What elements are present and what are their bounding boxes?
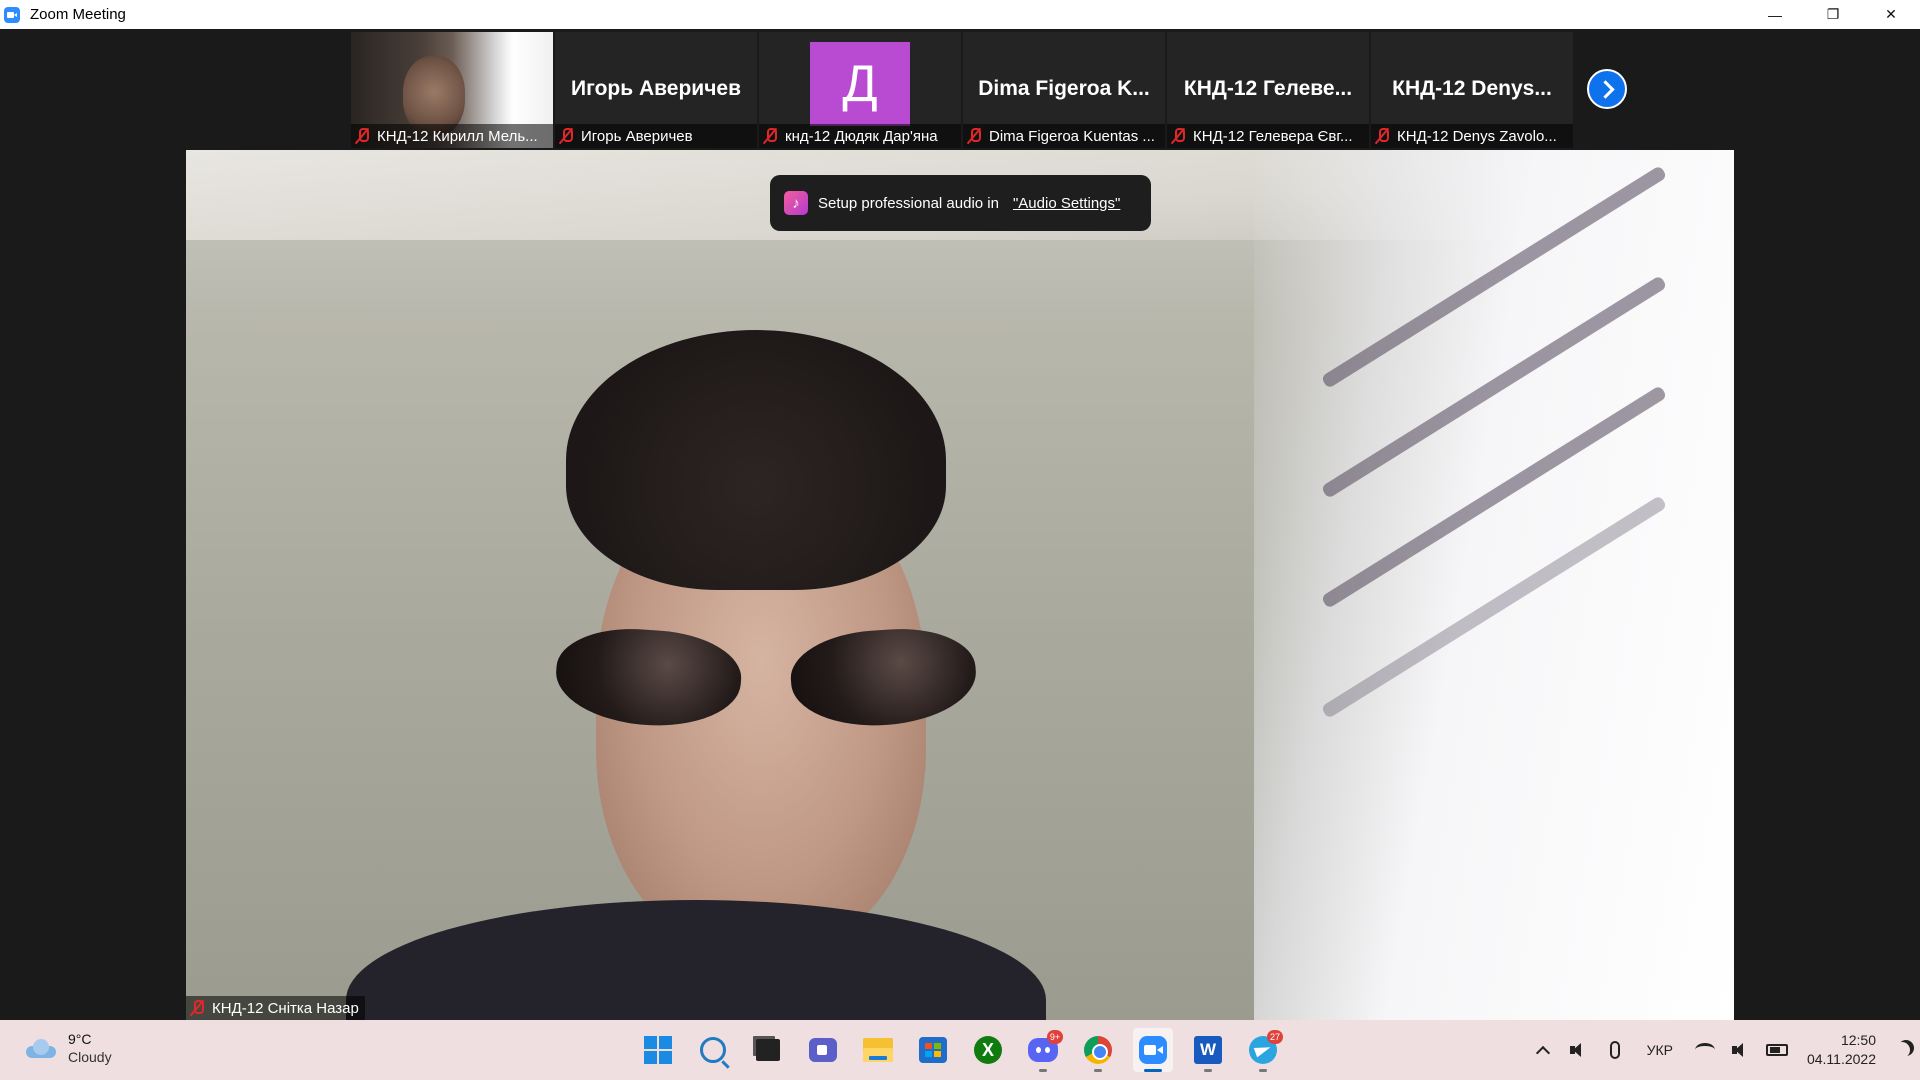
file-explorer-button[interactable] bbox=[858, 1028, 898, 1072]
chrome-icon bbox=[1084, 1036, 1112, 1064]
weather-temp: 9°C bbox=[68, 1031, 92, 1047]
participant-name: КНД-12 Denys Zavolo... bbox=[1397, 127, 1557, 145]
task-view-icon bbox=[756, 1039, 780, 1061]
word-icon: W bbox=[1194, 1036, 1222, 1064]
meeting-area: КНД-12 Кирилл Мель... Игорь Аверичев Иго… bbox=[0, 29, 1920, 1020]
participant-tile-name: Игорь Аверичев bbox=[571, 77, 741, 100]
search-icon bbox=[700, 1037, 726, 1063]
minimize-button[interactable]: — bbox=[1746, 0, 1804, 29]
title-bar: Zoom Meeting — ❐ ✕ bbox=[0, 0, 1920, 29]
window-controls: — ❐ ✕ bbox=[1746, 0, 1920, 29]
audio-settings-link[interactable]: "Audio Settings" bbox=[1013, 195, 1120, 212]
chrome-button[interactable] bbox=[1078, 1028, 1118, 1072]
clock-time: 12:50 bbox=[1840, 1032, 1876, 1048]
participant-name: Игорь Аверичев bbox=[581, 127, 693, 145]
windows-logo-icon bbox=[644, 1036, 672, 1064]
mic-muted-icon bbox=[763, 128, 777, 144]
participant-tile[interactable]: КНД-12 Denys... КНД-12 Denys Zavolo... bbox=[1371, 32, 1573, 148]
chevron-up-icon bbox=[1535, 1045, 1550, 1061]
participant-tile-name: Dima Figeroa K... bbox=[978, 77, 1150, 100]
task-view-button[interactable] bbox=[748, 1028, 788, 1072]
telegram-button[interactable]: 27 bbox=[1243, 1028, 1283, 1072]
battery-icon bbox=[1765, 1044, 1788, 1056]
active-speaker-video: КНД-12 Снітка Назар bbox=[186, 150, 1734, 1020]
speaker-icon bbox=[1569, 1043, 1588, 1057]
restore-button[interactable]: ❐ bbox=[1804, 0, 1862, 29]
clock-date: 04.11.2022 bbox=[1806, 1051, 1876, 1067]
audio-settings-toast: ♪ Setup professional audio in "Audio Set… bbox=[770, 175, 1151, 231]
participant-tile[interactable]: КНД-12 Гелеве... КНД-12 Гелевера Євг... bbox=[1167, 32, 1369, 148]
taskbar-apps: X 9+ W 27 bbox=[638, 1028, 1283, 1072]
music-note-icon: ♪ bbox=[784, 191, 808, 215]
discord-badge: 9+ bbox=[1047, 1030, 1063, 1044]
start-button[interactable] bbox=[638, 1028, 678, 1072]
audio-device-button[interactable] bbox=[1561, 1020, 1597, 1080]
active-speaker-name: КНД-12 Снітка Назар bbox=[212, 999, 359, 1017]
minimize-icon: — bbox=[1768, 6, 1782, 23]
participant-label: КНД-12 Гелевера Євг... bbox=[1167, 124, 1369, 148]
word-button[interactable]: W bbox=[1188, 1028, 1228, 1072]
weather-widget[interactable]: 9°C Cloudy bbox=[24, 1030, 112, 1066]
clock[interactable]: 12:50 04.11.2022 bbox=[1807, 1031, 1876, 1069]
mic-muted-icon bbox=[559, 128, 573, 144]
mic-muted-icon bbox=[1171, 128, 1185, 144]
toast-text: Setup professional audio in bbox=[818, 194, 999, 212]
teams-chat-icon bbox=[809, 1038, 837, 1062]
participant-tile-name: КНД-12 Denys... bbox=[1392, 77, 1552, 100]
store-icon bbox=[919, 1037, 947, 1063]
participant-tile[interactable]: Dima Figeroa K... Dima Figeroa Kuentas .… bbox=[963, 32, 1165, 148]
restore-icon: ❐ bbox=[1826, 6, 1840, 22]
participant-strip: КНД-12 Кирилл Мель... Игорь Аверичев Иго… bbox=[351, 32, 1573, 148]
zoom-app-icon bbox=[4, 6, 20, 23]
mic-muted-icon bbox=[967, 128, 981, 144]
language-indicator[interactable]: УКР bbox=[1647, 1042, 1673, 1058]
close-button[interactable]: ✕ bbox=[1862, 0, 1920, 29]
volume-icon bbox=[1731, 1043, 1750, 1057]
store-button[interactable] bbox=[913, 1028, 953, 1072]
network-button[interactable] bbox=[1687, 1020, 1723, 1080]
teams-chat-button[interactable] bbox=[803, 1028, 843, 1072]
telegram-badge: 27 bbox=[1267, 1030, 1283, 1044]
participant-name: Dima Figeroa Kuentas ... bbox=[989, 127, 1155, 145]
participant-label: КНД-12 Denys Zavolo... bbox=[1371, 124, 1573, 148]
zoom-button[interactable] bbox=[1133, 1028, 1173, 1072]
mic-muted-icon bbox=[190, 1000, 204, 1016]
participant-label: Игорь Аверичев bbox=[555, 124, 757, 148]
microphone-button[interactable] bbox=[1597, 1020, 1633, 1080]
moon-icon bbox=[1894, 1042, 1910, 1058]
avatar: Д bbox=[810, 42, 910, 126]
participant-tile[interactable]: КНД-12 Кирилл Мель... bbox=[351, 32, 553, 148]
weather-condition: Cloudy bbox=[68, 1049, 112, 1065]
xbox-button[interactable]: X bbox=[968, 1028, 1008, 1072]
participant-tile[interactable]: Д кнд-12 Дюдяк Дар'яна bbox=[759, 32, 961, 148]
close-icon: ✕ bbox=[1885, 6, 1897, 22]
search-button[interactable] bbox=[693, 1028, 733, 1072]
participant-name: КНД-12 Гелевера Євг... bbox=[1193, 127, 1353, 145]
mic-muted-icon bbox=[1375, 128, 1389, 144]
participant-label: кнд-12 Дюдяк Дар'яна bbox=[759, 124, 961, 148]
volume-button[interactable] bbox=[1723, 1020, 1759, 1080]
active-speaker-label: КНД-12 Снітка Назар bbox=[186, 996, 365, 1020]
microphone-icon bbox=[1609, 1041, 1620, 1059]
participant-tile[interactable]: Игорь Аверичев Игорь Аверичев bbox=[555, 32, 757, 148]
window-title: Zoom Meeting bbox=[30, 6, 126, 23]
participant-label: КНД-12 Кирилл Мель... bbox=[351, 124, 553, 148]
taskbar: 9°C Cloudy X 9+ W 27 УКР 12:50 04.11.202… bbox=[0, 1020, 1920, 1080]
participant-name: кнд-12 Дюдяк Дар'яна bbox=[785, 127, 938, 145]
xbox-icon: X bbox=[974, 1036, 1002, 1064]
zoom-icon bbox=[1139, 1036, 1167, 1064]
next-participants-button[interactable] bbox=[1587, 69, 1627, 109]
wifi-icon bbox=[1694, 1043, 1715, 1057]
discord-button[interactable]: 9+ bbox=[1023, 1028, 1063, 1072]
battery-button[interactable] bbox=[1759, 1020, 1795, 1080]
show-hidden-icons-button[interactable] bbox=[1525, 1020, 1561, 1080]
folder-icon bbox=[863, 1038, 893, 1062]
cloud-icon bbox=[24, 1038, 58, 1058]
focus-assist-button[interactable] bbox=[1884, 1020, 1920, 1080]
participant-tile-name: КНД-12 Гелеве... bbox=[1183, 77, 1353, 100]
mic-muted-icon bbox=[355, 128, 369, 144]
system-tray: УКР 12:50 04.11.2022 bbox=[1525, 1020, 1920, 1080]
participant-name: КНД-12 Кирилл Мель... bbox=[377, 127, 538, 145]
participant-label: Dima Figeroa Kuentas ... bbox=[963, 124, 1165, 148]
